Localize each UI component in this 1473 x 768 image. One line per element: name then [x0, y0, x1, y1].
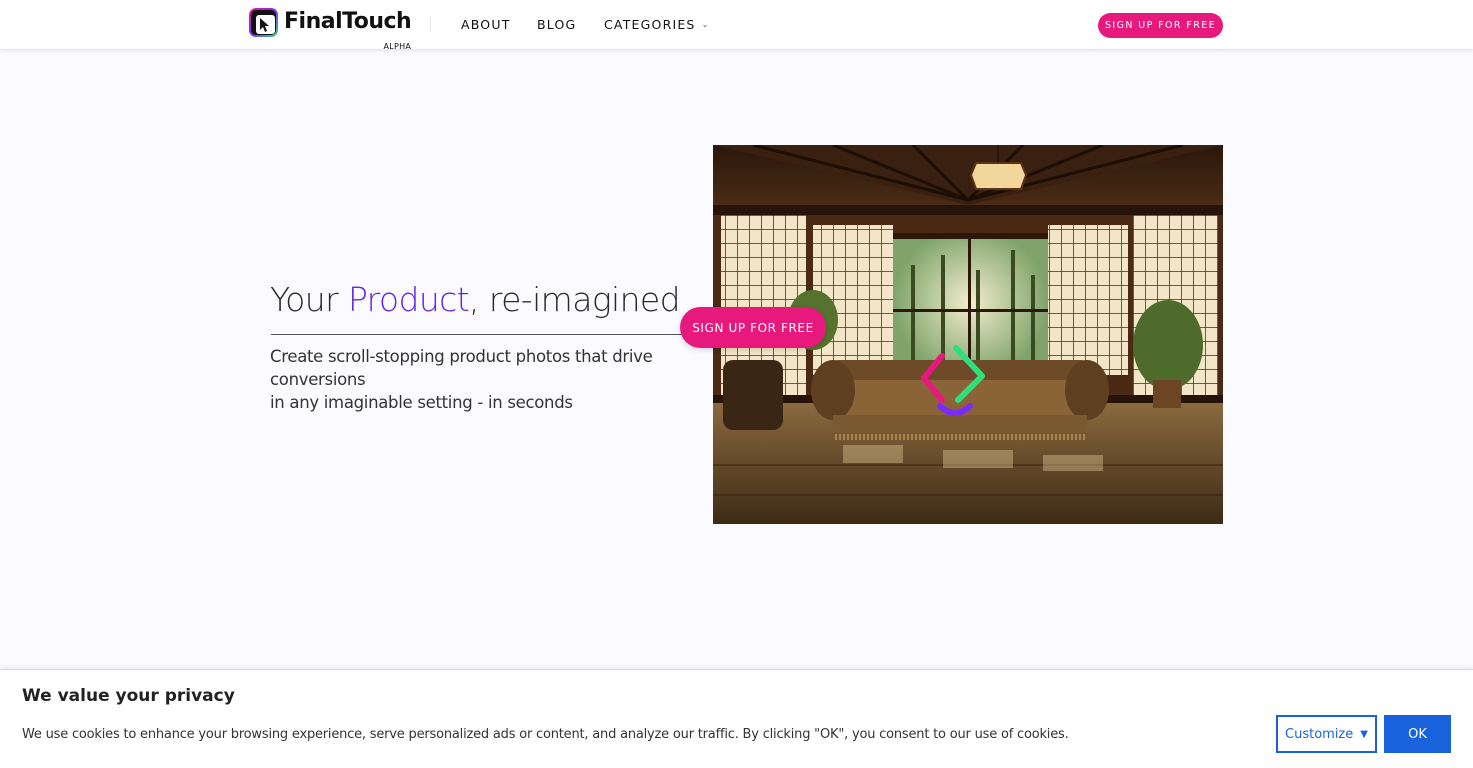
hero-subtitle: Create scroll-stopping product photos th…	[270, 345, 700, 414]
cookie-customize-label: Customize	[1285, 726, 1354, 742]
hero-signup-button[interactable]: SIGN UP FOR FREE	[680, 307, 826, 348]
hero-divider	[271, 334, 691, 335]
site-logo[interactable]: FinalTouch ALPHA	[249, 8, 412, 51]
header-signup-button[interactable]: SIGN UP FOR FREE	[1098, 13, 1223, 38]
cookie-ok-button[interactable]: OK	[1384, 715, 1451, 753]
hero-title: Your Product, re-imagined	[270, 280, 681, 319]
loading-spinner-icon	[921, 345, 985, 416]
hero-subtitle-line-2: in any imaginable setting - in seconds	[270, 393, 573, 412]
header-divider	[430, 16, 431, 32]
cookie-banner: We value your privacy We use cookies to …	[0, 669, 1473, 768]
logo-wordmark: FinalTouch ALPHA	[284, 8, 412, 51]
nav-categories-label: CATEGORIES	[604, 17, 696, 32]
cookie-customize-button[interactable]: Customize ▼	[1276, 715, 1377, 753]
hero-title-start: Your	[270, 280, 348, 319]
logo-alpha-label: ALPHA	[383, 42, 412, 51]
finaltouch-logo-icon	[249, 8, 278, 37]
hero-title-end: , re-imagined	[469, 280, 681, 319]
site-header: FinalTouch ALPHA ABOUT BLOG CATEGORIES ⌄…	[0, 0, 1473, 51]
nav-categories[interactable]: CATEGORIES ⌄	[604, 17, 709, 32]
nav-about[interactable]: ABOUT	[461, 17, 511, 32]
chevron-down-icon: ⌄	[701, 20, 710, 29]
cookie-description: We use cookies to enhance your browsing …	[22, 727, 1069, 742]
hero-subtitle-line-1: Create scroll-stopping product photos th…	[270, 347, 653, 389]
hero-title-accent: Product	[347, 280, 470, 319]
nav-blog[interactable]: BLOG	[537, 17, 576, 32]
caret-down-icon: ▼	[1360, 728, 1368, 740]
cookie-title: We value your privacy	[22, 686, 235, 706]
